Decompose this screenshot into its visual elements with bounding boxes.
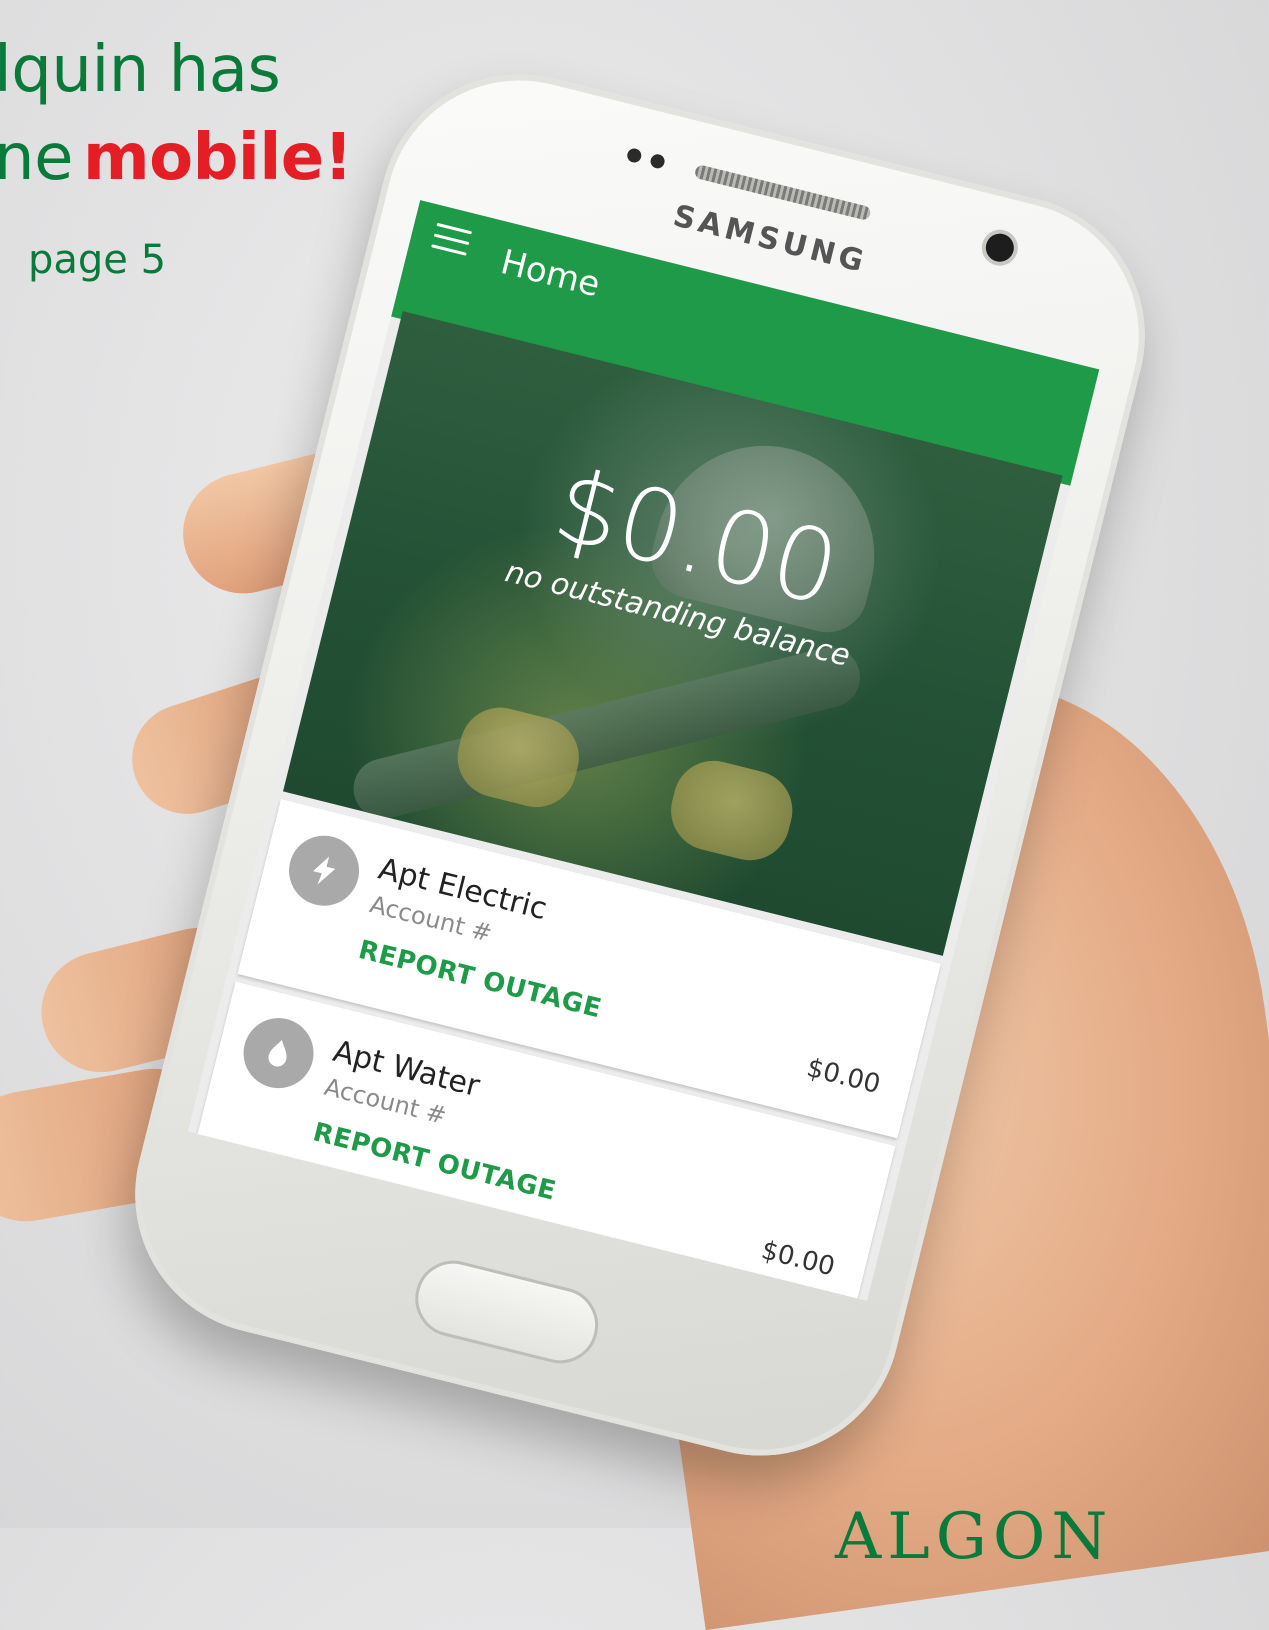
account-amount: $0.00	[758, 1235, 838, 1283]
headline-accent-word: mobile!	[82, 121, 353, 195]
hero-photo-glove	[662, 752, 801, 869]
headline-line-1: lquin has	[0, 33, 281, 107]
front-camera-icon	[982, 230, 1017, 265]
app-bar-title: Home	[496, 242, 604, 306]
brand-logo-cropped: ALGON	[835, 1500, 1114, 1574]
report-outage-button[interactable]: REPORT OUTAGE	[310, 1117, 559, 1206]
report-outage-button[interactable]: REPORT OUTAGE	[355, 935, 604, 1024]
headline-line-2: ne mobile!	[0, 126, 353, 190]
account-amount: $0.00	[803, 1052, 884, 1101]
lightning-bolt-icon	[281, 828, 367, 914]
headline-page-reference: page 5	[28, 237, 167, 283]
phone-home-button[interactable]	[407, 1252, 607, 1372]
hamburger-menu-icon[interactable]	[431, 222, 473, 257]
headline-line-2-prefix: ne	[0, 121, 73, 195]
sensor-dots	[625, 147, 667, 170]
water-drop-icon	[236, 1010, 321, 1096]
